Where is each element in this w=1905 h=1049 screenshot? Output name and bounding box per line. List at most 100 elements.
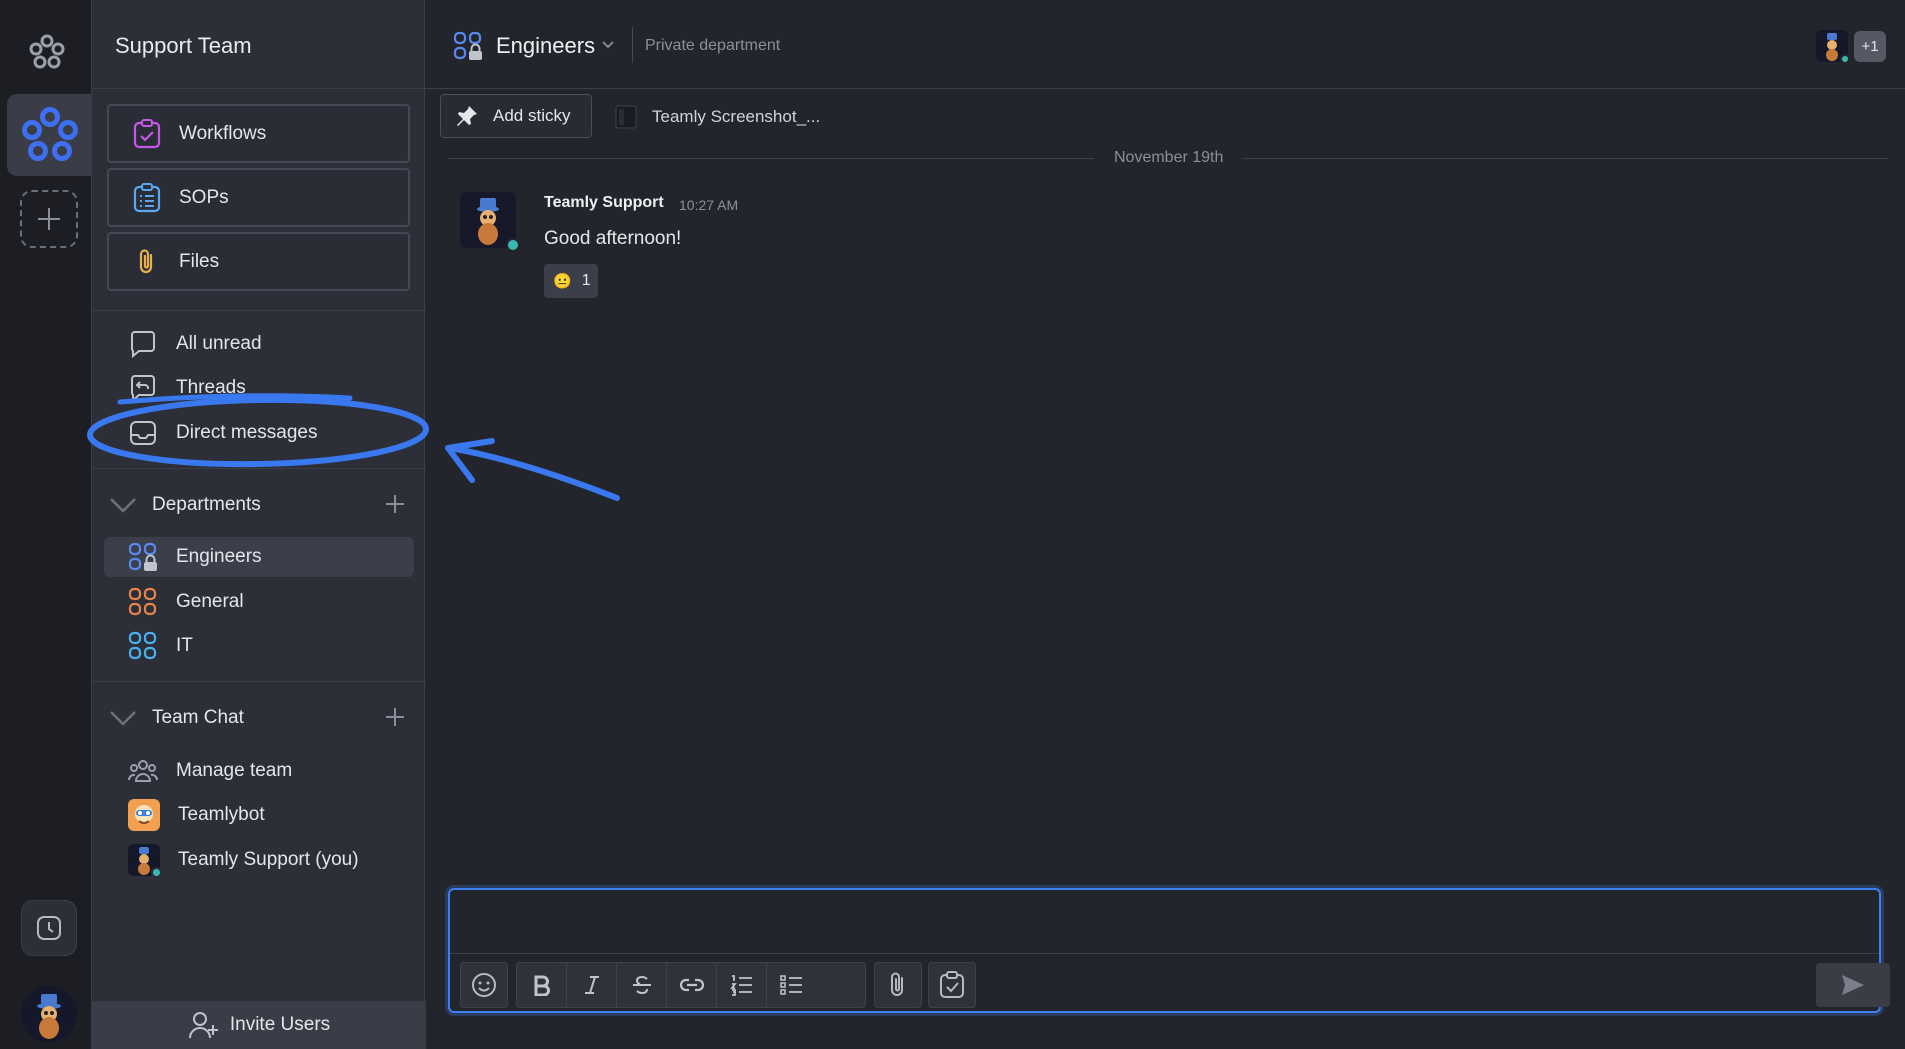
attach-icon [891,972,903,996]
user-avatar[interactable] [21,986,77,1042]
message-composer [448,888,1890,1013]
message-time: 10:27 AM [679,197,739,213]
files-label: Files [179,250,220,272]
workspace-rail [0,0,91,1049]
add-user-icon [188,1012,218,1039]
departments-section-header[interactable]: Departments [104,485,414,525]
department-label: General [176,591,244,612]
department-engineers[interactable]: Engineers [104,537,414,577]
sops-button[interactable]: SOPs [107,168,410,227]
channel-description: Private department [645,37,781,54]
people-icon [128,760,158,782]
bullet-list-button[interactable] [767,963,817,1007]
department-general[interactable]: General [104,582,414,622]
strikethrough-button[interactable] [617,963,667,1007]
chevron-down-icon [110,711,136,726]
user-avatar [128,844,162,878]
task-button[interactable] [929,963,975,1007]
team-chat-section-header[interactable]: Team Chat [104,698,414,738]
plus-icon [386,495,404,513]
paperclip-icon [139,248,153,273]
italic-button[interactable] [567,963,617,1007]
reaction-count: 1 [581,272,591,289]
chevron-down-icon[interactable] [601,40,615,49]
department-icon [128,587,157,616]
attach-button[interactable] [875,963,921,1007]
history-button[interactable] [21,900,77,956]
add-sticky-button[interactable]: Add sticky [440,94,592,138]
nav-label: Direct messages [176,422,318,443]
emoji-icon [472,973,496,997]
nav-label: All unread [176,333,262,354]
date-divider: November 19th [1094,149,1244,167]
format-group [516,962,866,1008]
chat-bubble-icon [131,331,155,359]
sops-icon [133,182,161,212]
chat-label: Teamly Support (you) [178,849,359,870]
add-chat-button[interactable] [384,706,406,728]
section-label: Team Chat [152,707,244,728]
support-team-logo-icon[interactable] [21,106,79,164]
strikethrough-icon [632,975,651,995]
nav-threads[interactable]: Threads [104,368,414,408]
workspace-title: Support Team [115,33,252,58]
sticky-bar: Add sticky Teamly Screenshot_... [426,90,1905,145]
department-label: Engineers [176,546,262,567]
file-label: Teamly Screenshot_... [652,107,821,126]
file-thumbnail-icon [615,105,637,129]
task-icon [940,971,964,998]
link-icon [679,978,704,992]
team-chat-teamlybot[interactable]: Teamlybot [104,795,414,835]
inbox-icon [130,421,156,445]
department-locked-icon [128,542,157,571]
more-members-badge[interactable]: +1 [1854,31,1886,62]
add-workspace-button[interactable] [20,190,78,248]
chevron-down-icon [110,498,136,513]
chat-label: Manage team [176,760,293,781]
nav-label: Threads [176,377,246,398]
workflows-icon [133,118,161,148]
department-it[interactable]: IT [104,626,414,666]
send-button[interactable] [1816,963,1890,1007]
channel-name[interactable]: Engineers [496,33,595,59]
teamly-logo-icon[interactable] [28,33,66,71]
pin-icon [457,106,477,126]
divider [92,310,426,311]
team-chat-self[interactable]: Teamly Support (you) [104,840,414,880]
bold-button[interactable] [517,963,567,1007]
channel-view: Engineers Private department +1 Add stic… [426,0,1905,1049]
invite-users-button[interactable]: Invite Users [92,1001,426,1049]
numbered-list-icon [729,975,752,996]
nav-all-unread[interactable]: All unread [104,324,414,364]
nav-direct-messages[interactable]: Direct messages [104,413,414,453]
send-icon [1842,975,1864,995]
emoji-button[interactable] [461,963,507,1007]
divider [632,27,633,63]
divider [450,953,1879,954]
sops-label: SOPs [179,186,229,208]
emoji-group [460,962,508,1008]
divider [92,88,426,89]
message-input[interactable] [450,890,1879,952]
online-indicator [506,238,520,252]
message-author[interactable]: Teamly Support [544,194,664,212]
team-chat-manage-team[interactable]: Manage team [104,751,414,791]
divider [92,681,426,682]
workflows-button[interactable]: Workflows [107,104,410,163]
chat-label: Teamlybot [178,804,265,825]
message-text: Good afternoon! [544,228,682,249]
numbered-list-button[interactable] [717,963,767,1007]
link-button[interactable] [667,963,717,1007]
bold-icon [534,975,550,996]
files-button[interactable]: Files [107,232,410,291]
reaction-emoji: 😐 [553,273,572,290]
department-locked-icon [453,31,483,61]
sidebar: Support Team Workflows SOPs Files All un… [91,0,426,1049]
member-avatar[interactable] [1816,30,1850,64]
add-department-button[interactable] [384,493,406,515]
sticky-file[interactable]: Teamly Screenshot_... [614,104,820,130]
reaction-chip[interactable]: 😐 1 [544,264,598,298]
plus-icon [38,208,60,230]
add-sticky-label: Add sticky [493,106,571,125]
task-group [928,962,976,1008]
